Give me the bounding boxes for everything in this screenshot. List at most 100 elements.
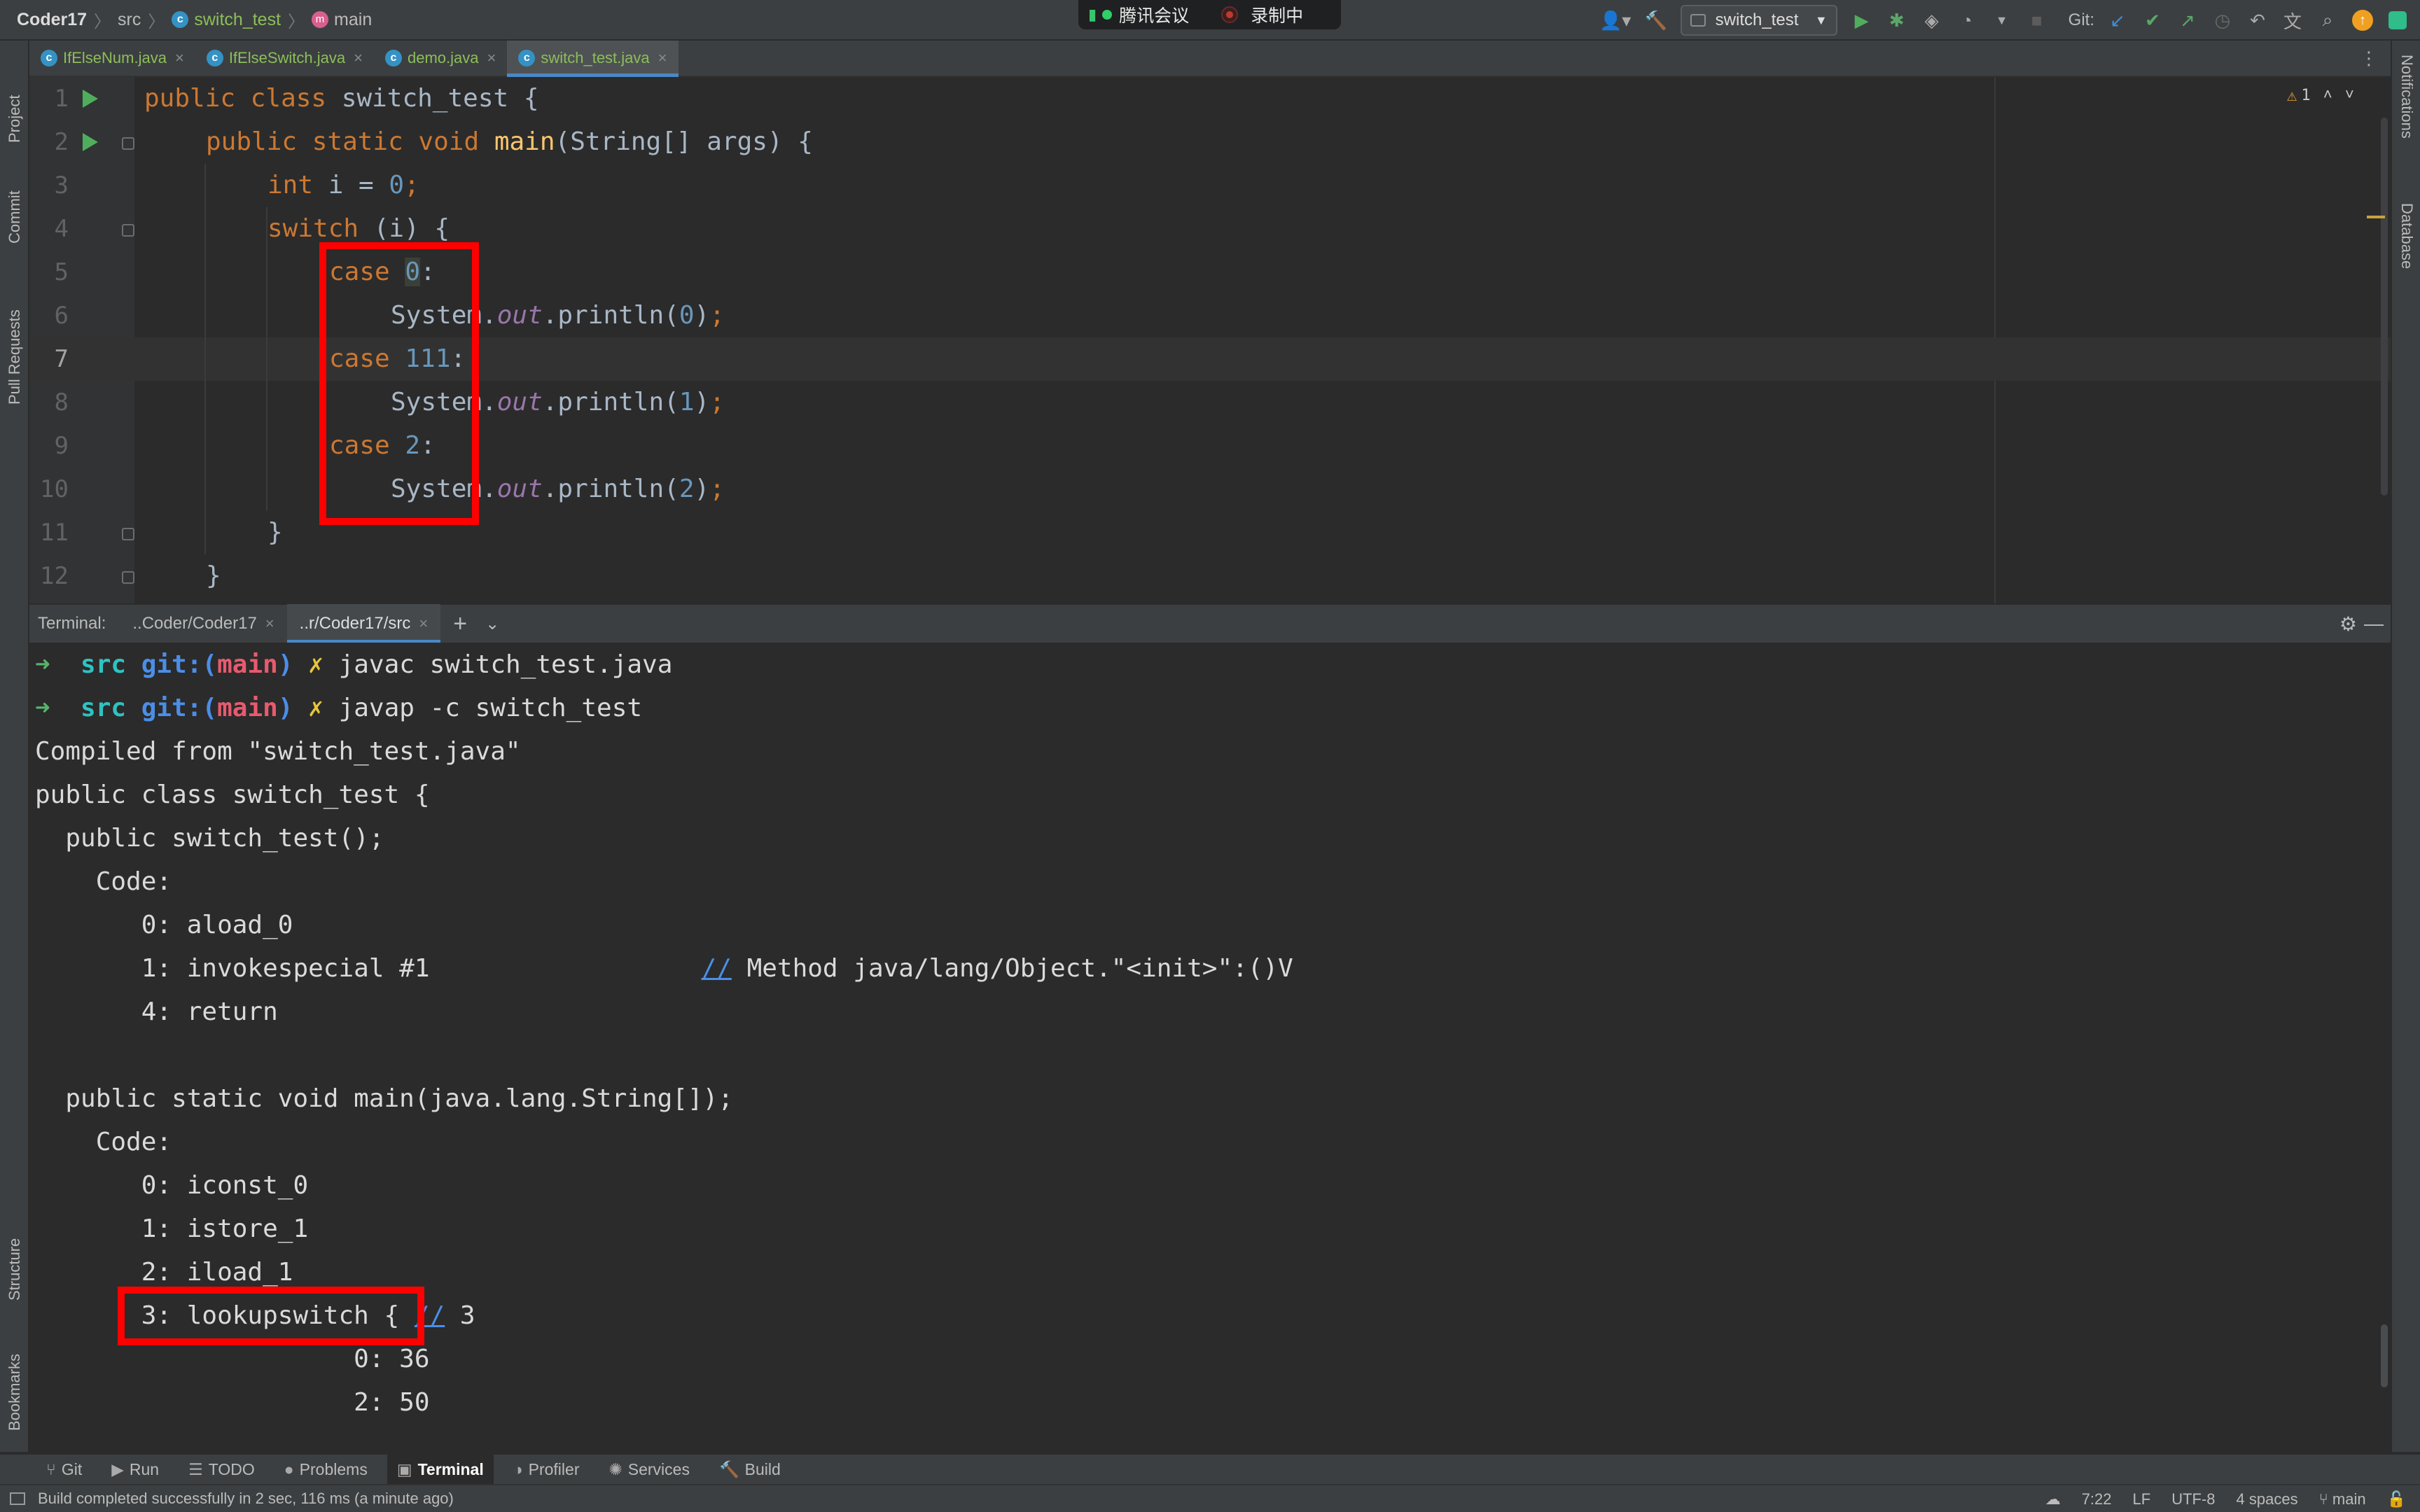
terminal-line: Code: [35,867,172,896]
translate-icon[interactable]: 文 [2277,5,2308,36]
close-icon[interactable]: × [487,49,496,67]
git-tool-button[interactable]: ⑂ Git [36,1454,92,1485]
settings-icon[interactable]: ⚙ [2339,612,2357,636]
chevron-down-icon[interactable]: ˅ [2345,86,2354,104]
breadcrumb-folder[interactable]: src [118,10,141,30]
todo-tool-button[interactable]: ☰ TODO [179,1454,265,1485]
more-tabs-icon[interactable]: ⋮ [2360,48,2378,69]
cloud-sync-icon[interactable]: ☁ [2045,1490,2061,1508]
search-icon[interactable]: ⌕ [2312,5,2343,36]
editor-tab-active[interactable]: c switch_test.java × [507,41,679,77]
recording-label[interactable]: 录制中 [1251,2,1303,27]
fold-icon[interactable] [122,137,134,150]
database-tool-tab[interactable]: Database [2392,203,2420,322]
build-tool-button[interactable]: 🔨 Build [709,1454,791,1485]
pull-requests-tool-tab[interactable]: Pull Requests [0,265,29,405]
terminal-tool-button[interactable]: ▣ Terminal [387,1454,494,1485]
profiler-tool-button[interactable]: ◑ Profiler [503,1454,590,1485]
close-icon[interactable]: × [658,49,667,67]
indent-guide [204,164,206,554]
comment-link[interactable]: // [702,954,732,983]
new-terminal-icon[interactable]: + [453,610,467,638]
update-icon[interactable]: ↑ [2347,5,2378,36]
terminal-scrollbar[interactable] [2381,1324,2388,1387]
more-run-icon[interactable]: ▼ [1987,5,2017,36]
editor-scrollbar[interactable] [2381,118,2388,496]
profile-icon[interactable]: ◔ [1952,5,1982,36]
terminal-line: ➜ src git:(main) ✗ javap -c switch_test [35,693,643,722]
status-widgets: ☁ 7:22 LF UTF-8 4 spaces ⑂ main 🔓 [2045,1485,2406,1512]
class-icon: c [206,50,223,66]
fold-icon[interactable] [122,528,134,540]
chevron-down-icon[interactable]: ⌄ [485,614,499,634]
hammer-icon[interactable]: 🔨 [1641,5,1671,36]
debug-icon[interactable]: ✱ [1882,5,1912,36]
file-encoding[interactable]: UTF-8 [2171,1490,2215,1508]
build-icon: 🔨 [718,1460,739,1478]
breadcrumb-project[interactable]: Coder17 [17,10,87,30]
code-text: public class switch_test { [144,84,539,113]
services-tool-button[interactable]: ✺ Services [599,1454,699,1485]
chevron-up-icon[interactable]: ˄ [2323,86,2332,104]
terminal-line: ➜ src git:(main) ✗ javac switch_test.jav… [35,650,673,679]
run-config-selector[interactable]: switch_test ▼ [1680,5,1837,36]
rollback-icon[interactable]: ↶ [2242,5,2273,36]
editor-tab[interactable]: c demo.java × [374,41,507,76]
git-push-icon[interactable]: ↗ [2172,5,2203,36]
terminal-line: public class switch_test { [35,780,430,809]
git-update-icon[interactable]: ↙ [2102,5,2133,36]
minimize-icon[interactable]: — [2364,612,2384,635]
problems-tool-button[interactable]: ● Problems [274,1454,377,1485]
fold-icon[interactable] [122,224,134,237]
list-icon: ☰ [188,1460,203,1478]
indent-setting[interactable]: 4 spaces [2237,1490,2298,1508]
close-icon[interactable]: × [175,49,184,67]
git-commit-icon[interactable]: ✔ [2137,5,2168,36]
line-separator[interactable]: LF [2133,1490,2151,1508]
run-tool-button[interactable]: ▶ Run [102,1454,169,1485]
run-main-icon[interactable] [83,133,98,151]
code-text: switch (i) { [267,214,450,243]
prompt-arrow-icon: ➜ [35,650,81,679]
terminal-tab-active[interactable]: ..r/Coder17/src × [286,604,441,643]
highlight-box-cases [319,242,479,525]
editor-tab[interactable]: c IfElseNum.java × [29,41,195,76]
structure-tool-tab[interactable]: Structure [0,1203,29,1301]
terminal-line: Compiled from "switch_test.java" [35,736,521,766]
project-tool-tab[interactable]: Project [0,52,29,143]
history-icon[interactable]: ◷ [2207,5,2238,36]
lock-icon[interactable]: 🔓 [2387,1490,2406,1508]
terminal-tab[interactable]: ..Coder/Coder17 × [120,604,286,643]
coverage-icon[interactable]: ◈ [1917,5,1947,36]
terminal-output[interactable]: ➜ src git:(main) ✗ javac switch_test.jav… [29,643,2391,1453]
editor-tab[interactable]: c IfElseSwitch.java × [195,41,374,76]
user-icon[interactable]: 👤▾ [1594,5,1636,36]
caret-position[interactable]: 7:22 [2082,1490,2112,1508]
code-text: } [206,561,221,590]
breadcrumb-class[interactable]: switch_test [194,10,281,30]
notifications-tool-tab[interactable]: Notifications [2392,55,2420,188]
plugin-logo-icon[interactable] [2382,5,2413,36]
fold-icon[interactable] [122,571,134,584]
status-message[interactable]: Build completed successfully in 2 sec, 1… [38,1490,454,1508]
terminal-line: 4: return [35,997,278,1026]
terminal-line: public switch_test(); [35,823,384,853]
code-editor[interactable]: 1 2 3 4 5 6 7 8 9 10 11 12 public class … [29,77,2391,603]
terminal-line: 2: 50 [35,1387,430,1417]
inspection-widget[interactable]: ⚠ 1 ˄ ˅ [2287,85,2354,105]
code-line[interactable]: 12 [29,554,2391,598]
run-icon[interactable]: ▶ [1847,5,1877,36]
close-icon[interactable]: × [419,615,428,633]
layout-icon[interactable] [10,1492,25,1505]
close-icon[interactable]: × [354,49,363,67]
git-branch-widget[interactable]: ⑂ main [2319,1490,2366,1508]
stop-icon[interactable]: ■ [2022,5,2052,36]
bookmarks-tool-tab[interactable]: Bookmarks [0,1319,29,1431]
meeting-app-label[interactable]: 腾讯会议 [1119,2,1189,27]
prompt-arrow-icon: ➜ [35,693,81,722]
warning-stripe-marker[interactable] [2367,216,2385,218]
close-icon[interactable]: × [265,615,274,633]
commit-tool-tab[interactable]: Commit [0,153,29,244]
run-class-icon[interactable] [83,90,98,108]
breadcrumb-method[interactable]: main [334,10,372,30]
